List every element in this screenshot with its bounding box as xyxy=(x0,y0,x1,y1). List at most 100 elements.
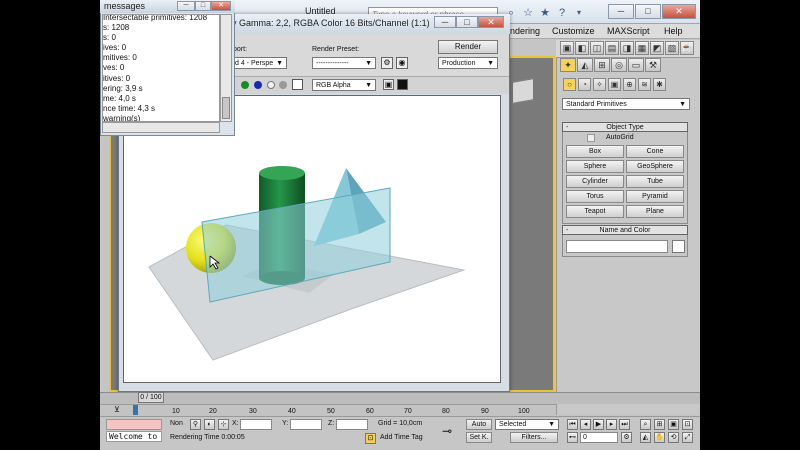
key-selection-dropdown[interactable]: Selected ▼ xyxy=(495,419,559,430)
cone-button[interactable]: Cone xyxy=(626,145,684,158)
time-config-icon[interactable]: ⚙ xyxy=(621,432,632,443)
zoom-all-icon[interactable]: ⊞ xyxy=(654,419,665,430)
display-tab-icon[interactable]: ▭ xyxy=(628,58,644,72)
go-to-start-icon[interactable]: ⏮ xyxy=(567,419,578,430)
messages-vertical-scrollbar[interactable] xyxy=(220,14,232,122)
time-tag-icon[interactable]: ⊡ xyxy=(365,433,376,444)
toolbar-button-6[interactable]: ▦ xyxy=(635,41,649,55)
key-filter-icon[interactable]: ⊻ xyxy=(114,405,120,414)
utilities-tab-icon[interactable]: ⚒ xyxy=(645,58,661,72)
autogrid-checkbox[interactable] xyxy=(587,134,595,142)
name-color-header[interactable]: - Name and Color xyxy=(562,225,688,235)
current-frame-field[interactable]: 0 xyxy=(580,432,618,443)
green-channel-icon[interactable] xyxy=(241,81,249,89)
shapes-icon[interactable]: ◔ xyxy=(578,78,591,91)
render-button[interactable]: Render xyxy=(438,40,498,54)
play-icon[interactable]: ▶ xyxy=(593,419,604,430)
viewcube[interactable] xyxy=(512,78,534,104)
prev-frame-icon[interactable]: ◂ xyxy=(580,419,591,430)
field-of-view-icon[interactable]: ◭ xyxy=(640,432,651,443)
toolbar-button-4[interactable]: ▤ xyxy=(605,41,619,55)
transform-icon[interactable]: ⊹ xyxy=(218,419,229,430)
lights-icon[interactable]: ✧ xyxy=(593,78,606,91)
zoom-extents-icon[interactable]: ▣ xyxy=(668,419,679,430)
object-color-swatch[interactable] xyxy=(672,240,685,253)
geometry-icon[interactable]: ○ xyxy=(563,78,576,91)
menu-maxscript[interactable]: MAXScript xyxy=(607,26,650,36)
environment-icon[interactable]: ◉ xyxy=(396,57,408,69)
add-time-tag[interactable]: Add Time Tag xyxy=(380,434,423,441)
sphere-button[interactable]: Sphere xyxy=(566,160,624,173)
geosphere-button[interactable]: GeoSphere xyxy=(626,160,684,173)
tube-button[interactable]: Tube xyxy=(626,175,684,188)
alpha-channel-icon[interactable] xyxy=(267,81,275,89)
helpers-icon[interactable]: ⊕ xyxy=(623,78,636,91)
render-teapot-icon[interactable]: ☕ xyxy=(680,41,694,55)
box-button[interactable]: Box xyxy=(566,145,624,158)
scroll-thumb[interactable] xyxy=(222,97,230,119)
object-name-field[interactable] xyxy=(566,240,668,253)
pan-icon[interactable]: ✋ xyxy=(654,432,665,443)
toolbar-button-1[interactable]: ▣ xyxy=(560,41,574,55)
display-icon[interactable]: ▣ xyxy=(383,79,394,90)
star-icon[interactable]: ☆ xyxy=(522,7,534,19)
messages-horizontal-scrollbar[interactable] xyxy=(102,122,220,133)
spacewarps-icon[interactable]: ≋ xyxy=(638,78,651,91)
blue-channel-icon[interactable] xyxy=(254,81,262,89)
category-dropdown[interactable]: Standard Primitives ▼ xyxy=(562,98,690,110)
render-setup-icon[interactable]: ⚙ xyxy=(381,57,393,69)
orbit-icon[interactable]: ⟲ xyxy=(668,432,679,443)
maxscript-listener-mini[interactable] xyxy=(106,419,162,430)
render-frame-icon[interactable]: ▧ xyxy=(665,41,679,55)
render-setup-icon[interactable]: ◩ xyxy=(650,41,664,55)
z-coordinate-field[interactable] xyxy=(336,419,368,430)
key-filters-button[interactable]: Filters... xyxy=(510,432,558,443)
messages-minimize-button[interactable]: ─ xyxy=(177,1,195,11)
motion-tab-icon[interactable]: ◎ xyxy=(611,58,627,72)
welcome-field[interactable]: Welcome to xyxy=(106,431,162,442)
set-key-button[interactable]: Set K. xyxy=(466,432,492,443)
cameras-icon[interactable]: ▣ xyxy=(608,78,621,91)
toolbar-button-5[interactable]: ◨ xyxy=(620,41,634,55)
isolate-icon[interactable]: ◐ xyxy=(204,419,215,430)
zoom-extents-all-icon[interactable]: ⊡ xyxy=(682,419,693,430)
modify-tab-icon[interactable]: ◭ xyxy=(577,58,593,72)
go-to-end-icon[interactable]: ⏭ xyxy=(619,419,630,430)
messages-log[interactable]: Intersectable primitives: 1208 s: 1208 s… xyxy=(102,14,220,122)
plane-button[interactable]: Plane xyxy=(626,205,684,218)
close-button[interactable]: ✕ xyxy=(662,4,696,19)
channel-display-dropdown[interactable]: RGB Alpha ▼ xyxy=(312,79,376,91)
cylinder-button[interactable]: Cylinder xyxy=(566,175,624,188)
systems-icon[interactable]: ✱ xyxy=(653,78,666,91)
create-tab-icon[interactable]: ✦ xyxy=(560,58,576,72)
torus-button[interactable]: Torus xyxy=(566,190,624,203)
key-mode-icon[interactable]: ⊷ xyxy=(567,432,578,443)
chevron-down-icon[interactable]: ▾ xyxy=(573,7,585,19)
maximize-viewport-icon[interactable]: ⤢ xyxy=(682,432,693,443)
time-slider[interactable] xyxy=(100,392,700,404)
menu-help[interactable]: Help xyxy=(664,26,683,36)
toggle-display-icon[interactable] xyxy=(397,79,408,90)
next-frame-icon[interactable]: ▸ xyxy=(606,419,617,430)
messages-maximize-button[interactable]: □ xyxy=(195,1,211,11)
toolbar-button-3[interactable]: ◫ xyxy=(590,41,604,55)
maximize-button[interactable]: □ xyxy=(635,4,661,19)
menu-rendering[interactable]: ndering xyxy=(510,26,540,36)
mono-channel-icon[interactable] xyxy=(279,81,287,89)
hierarchy-tab-icon[interactable]: ⊞ xyxy=(594,58,610,72)
render-preset-dropdown[interactable]: -------------- ▼ xyxy=(312,57,376,69)
production-dropdown[interactable]: Production ▼ xyxy=(438,57,498,69)
rfw-close-button[interactable]: ✕ xyxy=(478,16,504,28)
teapot-button[interactable]: Teapot xyxy=(566,205,624,218)
zoom-icon[interactable]: ⌕ xyxy=(640,419,651,430)
pyramid-button[interactable]: Pyramid xyxy=(626,190,684,203)
object-type-header[interactable]: - Object Type xyxy=(562,122,688,132)
color-swatch[interactable] xyxy=(292,79,303,90)
rfw-maximize-button[interactable]: □ xyxy=(456,16,478,28)
menu-customize[interactable]: Customize xyxy=(552,26,595,36)
lock-icon[interactable]: ⚲ xyxy=(190,419,201,430)
auto-key-button[interactable]: Auto xyxy=(466,419,492,430)
x-coordinate-field[interactable] xyxy=(240,419,272,430)
star-filled-icon[interactable]: ★ xyxy=(539,7,551,19)
help-icon[interactable]: ? xyxy=(556,7,568,19)
